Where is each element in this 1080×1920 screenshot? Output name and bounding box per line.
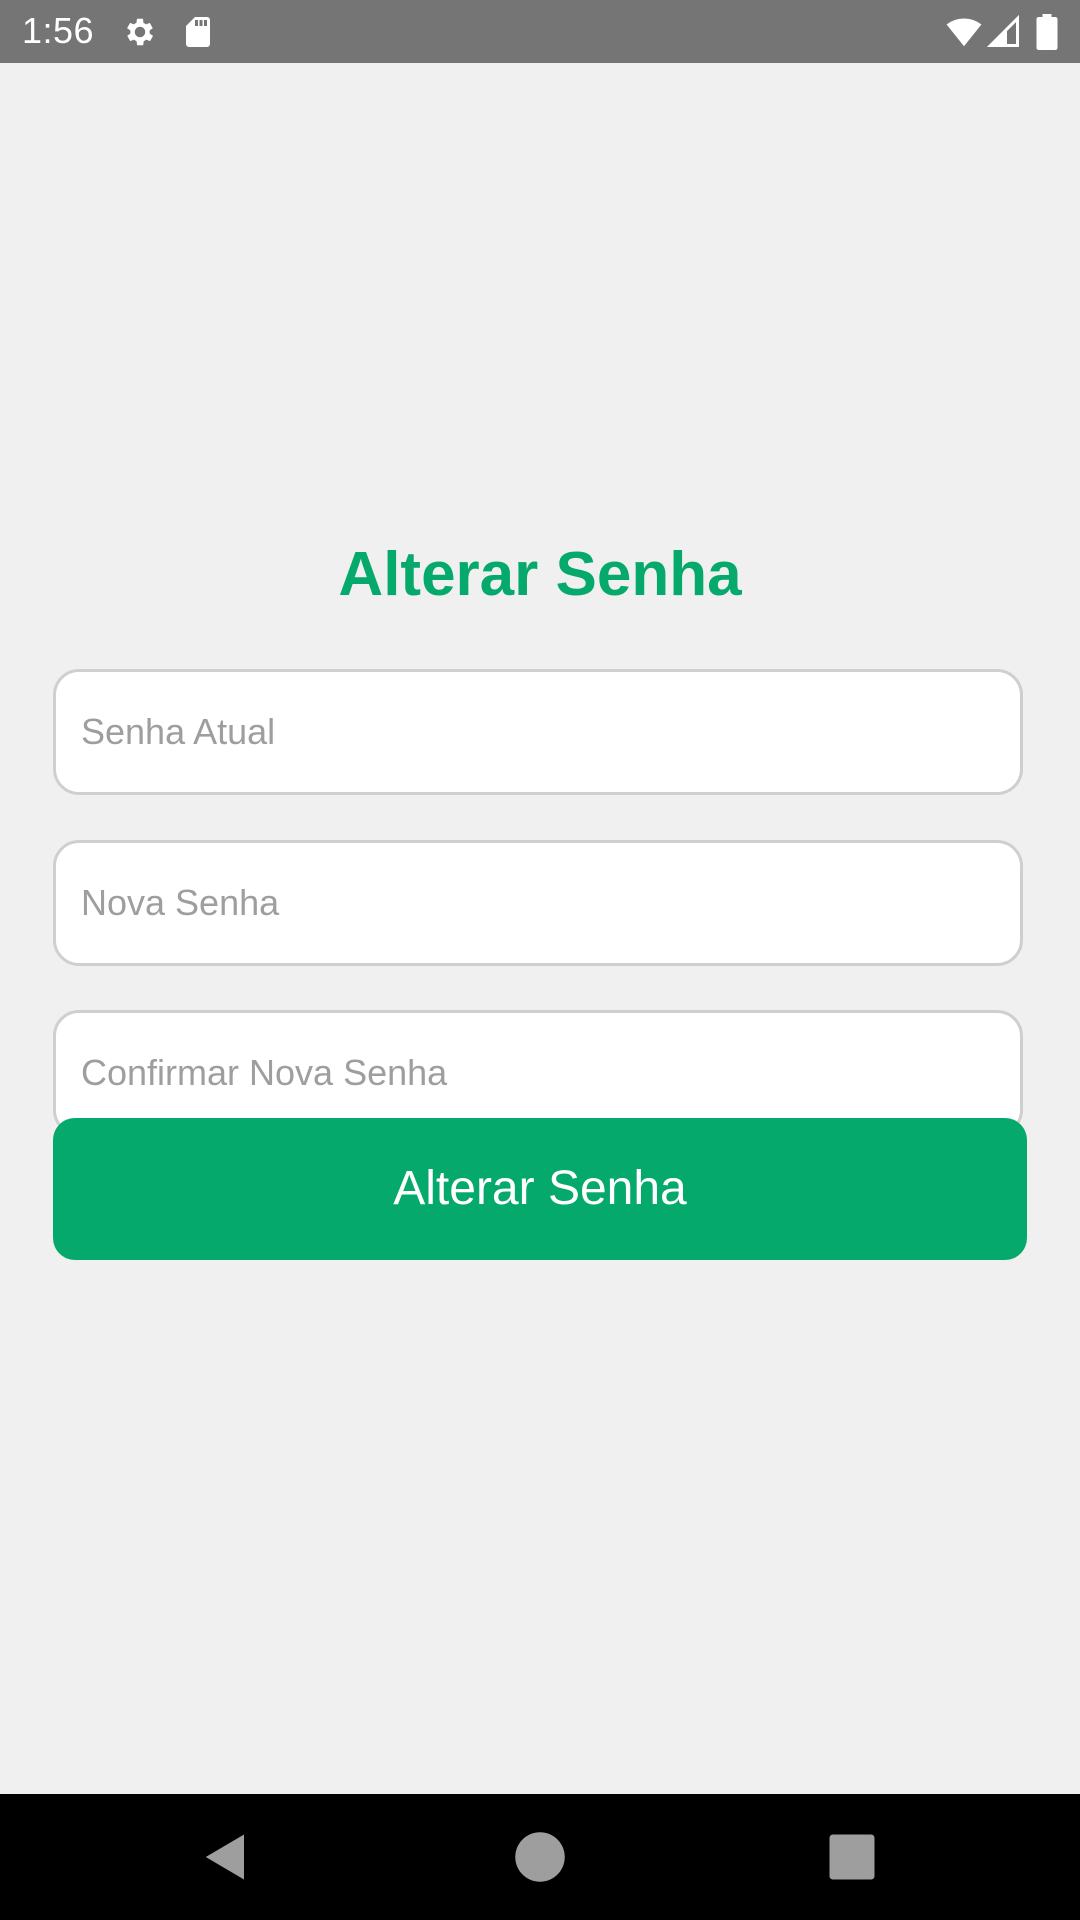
navigation-bar	[0, 1794, 1080, 1920]
cellular-signal-icon	[986, 14, 1022, 50]
settings-gear-icon	[122, 14, 158, 50]
status-bar: 1:56	[0, 0, 1080, 63]
sd-card-icon	[180, 14, 216, 50]
page-title: Alterar Senha	[338, 540, 742, 609]
current-password-field[interactable]	[53, 669, 1023, 795]
battery-icon	[1034, 14, 1060, 50]
current-password-input[interactable]	[56, 672, 1020, 792]
new-password-field[interactable]	[53, 840, 1023, 966]
back-icon[interactable]	[199, 1830, 253, 1884]
recents-icon[interactable]	[825, 1830, 879, 1884]
change-password-button[interactable]: Alterar Senha	[53, 1118, 1027, 1260]
home-icon[interactable]	[513, 1830, 567, 1884]
new-password-input[interactable]	[56, 843, 1020, 963]
status-time: 1:56	[22, 10, 95, 51]
confirm-password-input[interactable]	[56, 1013, 1020, 1133]
wifi-icon	[944, 14, 984, 50]
